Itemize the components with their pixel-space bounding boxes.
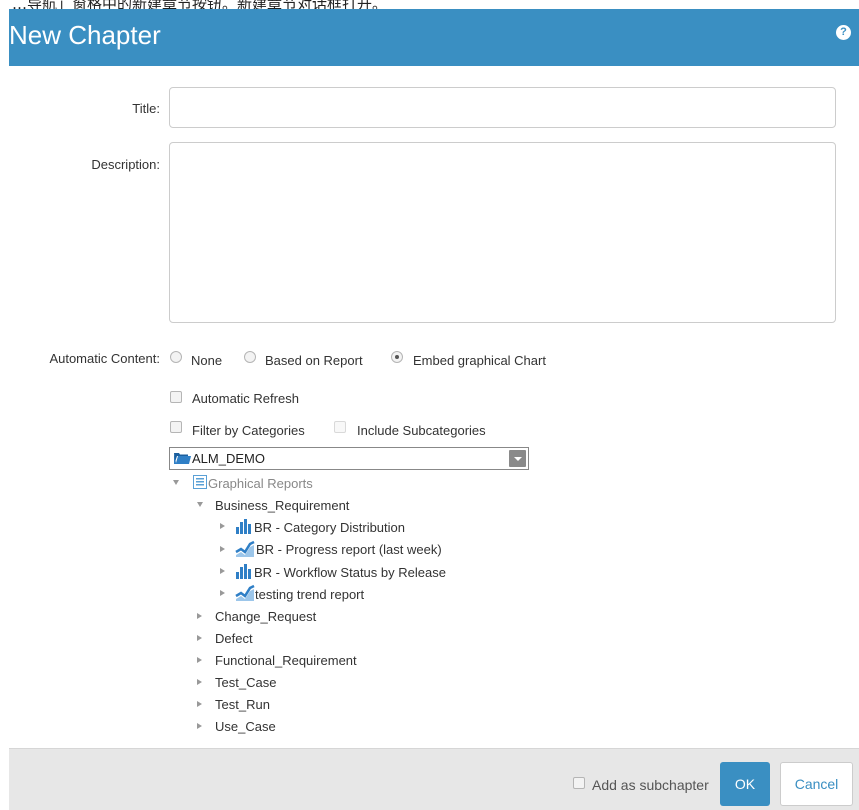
include-subcategories-checkbox[interactable] — [334, 421, 346, 433]
expand-toggle-icon[interactable] — [220, 523, 225, 529]
expand-toggle-icon[interactable] — [197, 502, 203, 507]
tree-category-test-run[interactable]: Test_Run — [215, 697, 270, 712]
title-input[interactable] — [169, 87, 836, 128]
radio-none-label: None — [191, 353, 223, 368]
tree-report-item[interactable]: BR - Workflow Status by Release — [254, 565, 446, 580]
trend-chart-icon — [235, 540, 255, 557]
tree-category-use-case[interactable]: Use_Case — [215, 719, 276, 734]
tree-report-item[interactable]: BR - Progress report (last week) — [256, 542, 442, 557]
expand-toggle-icon[interactable] — [197, 635, 202, 641]
tree-category-test-case[interactable]: Test_Case — [215, 675, 276, 690]
add-as-subchapter-label: Add as subchapter — [592, 777, 709, 793]
project-dropdown-value: ALM_DEMO — [192, 451, 265, 466]
help-icon[interactable]: ? — [836, 25, 851, 40]
expand-toggle-icon[interactable] — [220, 590, 225, 596]
expand-toggle-icon[interactable] — [197, 701, 202, 707]
background-caption-text: …导航」窗格中的新建章节按钮。新建章节对话框打开。 — [12, 0, 388, 9]
expand-toggle-icon[interactable] — [197, 613, 202, 619]
tree-category-business-requirement[interactable]: Business_Requirement — [215, 498, 349, 513]
description-textarea[interactable] — [169, 142, 836, 323]
tree-category-functional-requirement[interactable]: Functional_Requirement — [215, 653, 357, 668]
filter-by-categories-label: Filter by Categories — [192, 423, 305, 438]
project-dropdown[interactable]: ALM_DEMO — [169, 447, 529, 470]
radio-based-on-report[interactable] — [244, 351, 256, 363]
tree-root-label[interactable]: Graphical Reports — [208, 476, 313, 491]
dialog-title: New Chapter — [9, 20, 161, 50]
expand-toggle-icon[interactable] — [197, 723, 202, 729]
trend-chart-icon — [235, 584, 255, 601]
add-as-subchapter-checkbox[interactable] — [573, 777, 585, 789]
description-label: Description: — [91, 157, 160, 172]
report-list-icon — [193, 475, 207, 489]
expand-toggle-icon[interactable] — [220, 546, 225, 552]
title-label: Title: — [132, 101, 160, 116]
radio-none[interactable] — [170, 351, 182, 363]
bar-chart-icon — [236, 519, 251, 534]
automatic-content-label: Automatic Content: — [49, 351, 160, 366]
expand-toggle-icon[interactable] — [197, 679, 202, 685]
bar-chart-icon — [236, 564, 251, 579]
expand-toggle-icon[interactable] — [197, 657, 202, 663]
automatic-refresh-checkbox[interactable] — [170, 391, 182, 403]
tree-category-defect[interactable]: Defect — [215, 631, 253, 646]
ok-button[interactable]: OK — [720, 762, 770, 806]
filter-by-categories-checkbox[interactable] — [170, 421, 182, 433]
automatic-refresh-label: Automatic Refresh — [192, 391, 299, 406]
tree-category-change-request[interactable]: Change_Request — [215, 609, 316, 624]
radio-embed-graphical-chart[interactable] — [391, 351, 403, 363]
expand-toggle-icon[interactable] — [220, 568, 225, 574]
expand-toggle-icon[interactable] — [173, 480, 179, 485]
tree-report-item[interactable]: BR - Category Distribution — [254, 520, 405, 535]
dialog-header: New Chapter ? — [9, 9, 859, 66]
tree-report-item[interactable]: testing trend report — [255, 587, 364, 602]
cancel-button[interactable]: Cancel — [780, 762, 853, 806]
folder-open-icon — [174, 453, 191, 464]
radio-embed-graphical-chart-label: Embed graphical Chart — [413, 353, 546, 368]
radio-based-on-report-label: Based on Report — [265, 353, 363, 368]
include-subcategories-label: Include Subcategories — [357, 423, 486, 438]
dropdown-arrow-icon[interactable] — [509, 450, 526, 467]
